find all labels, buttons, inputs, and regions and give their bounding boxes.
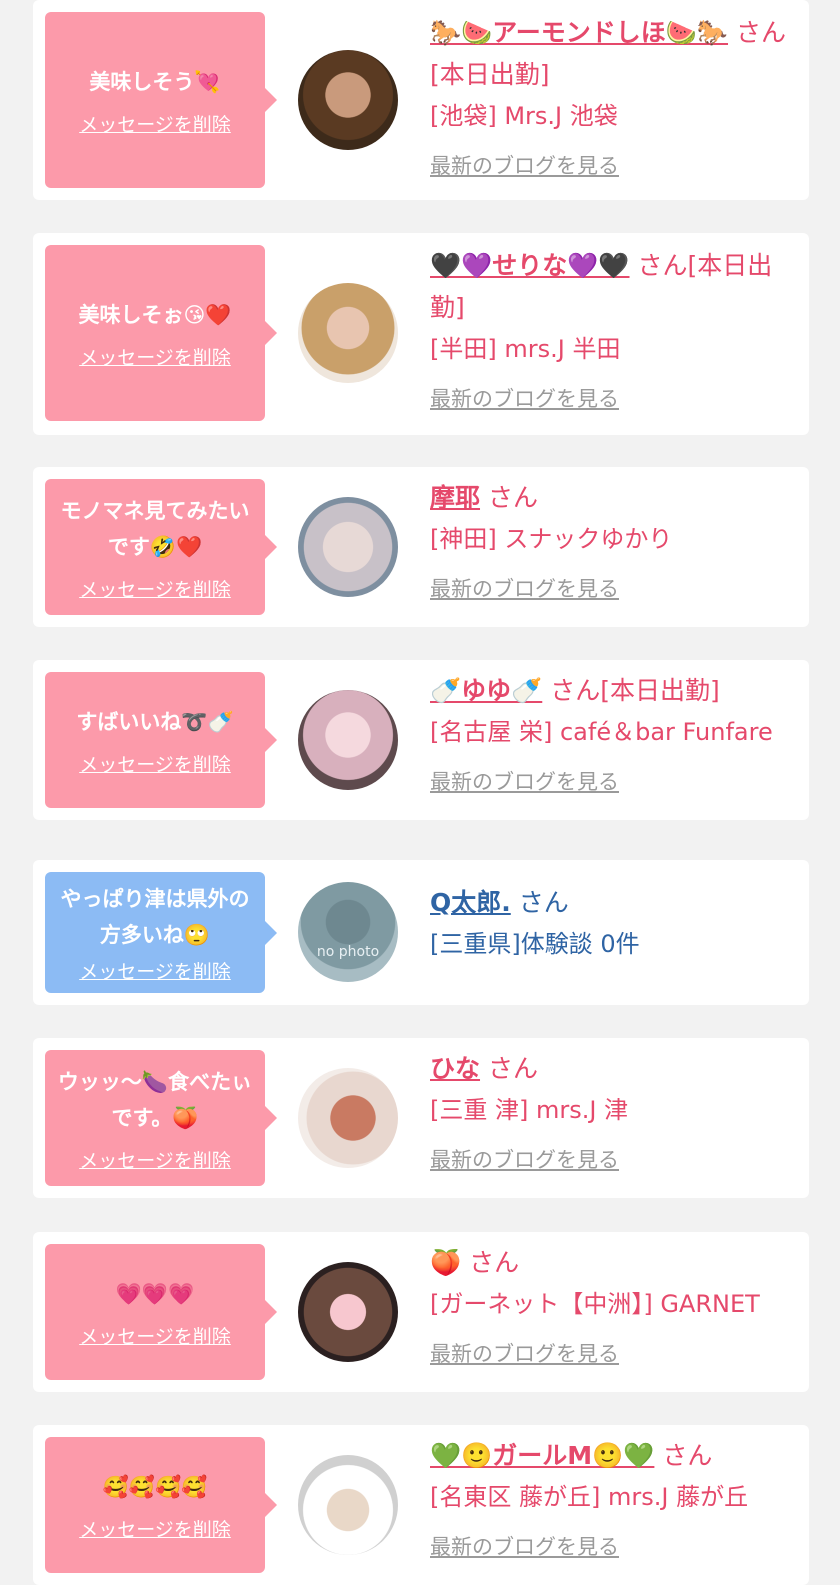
user-name-link[interactable]: 🐎🍉アーモンドしほ🍉🐎: [430, 18, 728, 47]
avatar[interactable]: [298, 283, 398, 383]
message-bubble: やっぱり津は県外の方多いね🙄 メッセージを削除: [45, 872, 277, 993]
name-suffix: さん[本日出勤]: [550, 676, 720, 705]
message-text: ウッッ～🍆食べたぃです。🍑: [57, 1069, 253, 1130]
user-name-link[interactable]: 🍑: [430, 1248, 461, 1277]
name-suffix: さん: [518, 888, 569, 917]
avatar[interactable]: [298, 50, 398, 150]
message-text: 美味しそぉ😘❤️: [78, 302, 232, 327]
message-bubble: 💗💗💗 メッセージを削除: [45, 1244, 277, 1380]
delete-message-link[interactable]: メッセージを削除: [79, 343, 231, 370]
message-list: 美味しそう💘 メッセージを削除 🐎🍉アーモンドしほ🍉🐎 さん[本日出勤] [池袋…: [0, 0, 840, 1585]
profile-info: 🍼ゆゆ🍼 さん[本日出勤] [名古屋 栄] café＆bar Funfare 最…: [430, 670, 795, 796]
shop-location: [名東区 藤が丘] mrs.J 藤が丘: [430, 1483, 749, 1511]
no-photo-label: no photo: [316, 944, 380, 960]
avatar[interactable]: [298, 1068, 398, 1168]
message-text: やっぱり津は県外の方多いね🙄: [60, 887, 250, 947]
profile-info: 🖤💜せりな💜🖤 さん[本日出勤] [半田] mrs.J 半田 最新のブログを見る: [430, 245, 795, 413]
message-bubble: 🥰🥰🥰🥰 メッセージを削除: [45, 1437, 277, 1573]
user-name-link[interactable]: 💚🙂ガールM🙂💚: [430, 1441, 654, 1470]
latest-blog-link[interactable]: 最新のブログを見る: [430, 573, 619, 603]
avatar[interactable]: [298, 690, 398, 790]
message-card: 🥰🥰🥰🥰 メッセージを削除 💚🙂ガールM🙂💚 さん [名東区 藤が丘] mrs.…: [33, 1425, 809, 1585]
avatar[interactable]: no photo: [298, 882, 398, 982]
name-line: 💚🙂ガールM🙂💚 さん: [430, 1435, 795, 1477]
user-name-link[interactable]: 摩耶: [430, 483, 480, 512]
delete-message-link[interactable]: メッセージを削除: [79, 957, 231, 984]
message-text: すばいいね➰🍼: [76, 709, 234, 734]
message-card: 美味しそう💘 メッセージを削除 🐎🍉アーモンドしほ🍉🐎 さん[本日出勤] [池袋…: [33, 0, 809, 200]
delete-message-link[interactable]: メッセージを削除: [79, 750, 231, 777]
name-line: 🍼ゆゆ🍼 さん[本日出勤]: [430, 670, 795, 712]
message-text: 💗💗💗: [115, 1281, 195, 1306]
name-line: ひな さん: [430, 1048, 795, 1090]
name-line: 🐎🍉アーモンドしほ🍉🐎 さん[本日出勤]: [430, 12, 795, 96]
avatar[interactable]: [298, 1455, 398, 1555]
message-bubble: ウッッ～🍆食べたぃです。🍑 メッセージを削除: [45, 1050, 277, 1186]
profile-info: 摩耶 さん [神田] スナックゆかり 最新のブログを見る: [430, 477, 795, 603]
profile-info: 🍑 さん [ガーネット【中洲】] GARNET 最新のブログを見る: [430, 1242, 795, 1368]
message-card: ウッッ～🍆食べたぃです。🍑 メッセージを削除 ひな さん [三重 津] mrs.…: [33, 1038, 809, 1198]
name-line: 摩耶 さん: [430, 477, 795, 519]
profile-info: ひな さん [三重 津] mrs.J 津 最新のブログを見る: [430, 1048, 795, 1174]
message-card: 💗💗💗 メッセージを削除 🍑 さん [ガーネット【中洲】] GARNET 最新の…: [33, 1232, 809, 1392]
message-card: やっぱり津は県外の方多いね🙄 メッセージを削除 no photo Q太郎. さん…: [33, 860, 809, 1005]
shop-location: [ガーネット【中洲】] GARNET: [430, 1290, 760, 1318]
name-suffix: さん: [487, 1054, 538, 1083]
profile-info: Q太郎. さん [三重県]体験談 0件: [430, 882, 795, 964]
name-suffix: さん: [662, 1441, 713, 1470]
delete-message-link[interactable]: メッセージを削除: [79, 1322, 231, 1349]
name-line: 🖤💜せりな💜🖤 さん[本日出勤]: [430, 245, 795, 329]
user-name-link[interactable]: Q太郎.: [430, 888, 511, 917]
name-suffix: さん: [469, 1248, 520, 1277]
user-name-link[interactable]: 🍼ゆゆ🍼: [430, 676, 542, 705]
name-line: 🍑 さん: [430, 1242, 795, 1284]
shop-location: [池袋] Mrs.J 池袋: [430, 102, 618, 130]
name-suffix: さん: [487, 483, 538, 512]
message-text: モノマネ見てみたいです🤣❤️: [60, 498, 250, 559]
shop-location: [三重県]体験談 0件: [430, 930, 640, 958]
profile-info: 🐎🍉アーモンドしほ🍉🐎 さん[本日出勤] [池袋] Mrs.J 池袋 最新のブロ…: [430, 12, 795, 180]
avatar[interactable]: [298, 497, 398, 597]
message-bubble: 美味しそぉ😘❤️ メッセージを削除: [45, 245, 277, 421]
name-line: Q太郎. さん: [430, 882, 795, 924]
message-card: すばいいね➰🍼 メッセージを削除 🍼ゆゆ🍼 さん[本日出勤] [名古屋 栄] c…: [33, 660, 809, 820]
latest-blog-link[interactable]: 最新のブログを見る: [430, 150, 619, 180]
delete-message-link[interactable]: メッセージを削除: [79, 1515, 231, 1542]
message-card: 美味しそぉ😘❤️ メッセージを削除 🖤💜せりな💜🖤 さん[本日出勤] [半田] …: [33, 233, 809, 435]
shop-location: [神田] スナックゆかり: [430, 525, 673, 553]
message-card: モノマネ見てみたいです🤣❤️ メッセージを削除 摩耶 さん [神田] スナックゆ…: [33, 467, 809, 627]
latest-blog-link[interactable]: 最新のブログを見る: [430, 383, 619, 413]
message-text: 🥰🥰🥰🥰: [102, 1474, 208, 1499]
user-name-link[interactable]: 🖤💜せりな💜🖤: [430, 251, 630, 280]
shop-location: [三重 津] mrs.J 津: [430, 1096, 629, 1124]
message-bubble: モノマネ見てみたいです🤣❤️ メッセージを削除: [45, 479, 277, 615]
user-name-link[interactable]: ひな: [430, 1054, 480, 1083]
message-bubble: 美味しそう💘 メッセージを削除: [45, 12, 277, 188]
message-text: 美味しそう💘: [89, 69, 221, 94]
shop-location: [名古屋 栄] café＆bar Funfare: [430, 718, 773, 746]
delete-message-link[interactable]: メッセージを削除: [79, 110, 231, 137]
latest-blog-link[interactable]: 最新のブログを見る: [430, 1144, 619, 1174]
shop-location: [半田] mrs.J 半田: [430, 335, 621, 363]
avatar[interactable]: [298, 1262, 398, 1362]
latest-blog-link[interactable]: 最新のブログを見る: [430, 766, 619, 796]
delete-message-link[interactable]: メッセージを削除: [79, 1146, 231, 1173]
message-bubble: すばいいね➰🍼 メッセージを削除: [45, 672, 277, 808]
profile-info: 💚🙂ガールM🙂💚 さん [名東区 藤が丘] mrs.J 藤が丘 最新のブログを見…: [430, 1435, 795, 1561]
latest-blog-link[interactable]: 最新のブログを見る: [430, 1531, 619, 1561]
latest-blog-link[interactable]: 最新のブログを見る: [430, 1338, 619, 1368]
delete-message-link[interactable]: メッセージを削除: [79, 575, 231, 602]
